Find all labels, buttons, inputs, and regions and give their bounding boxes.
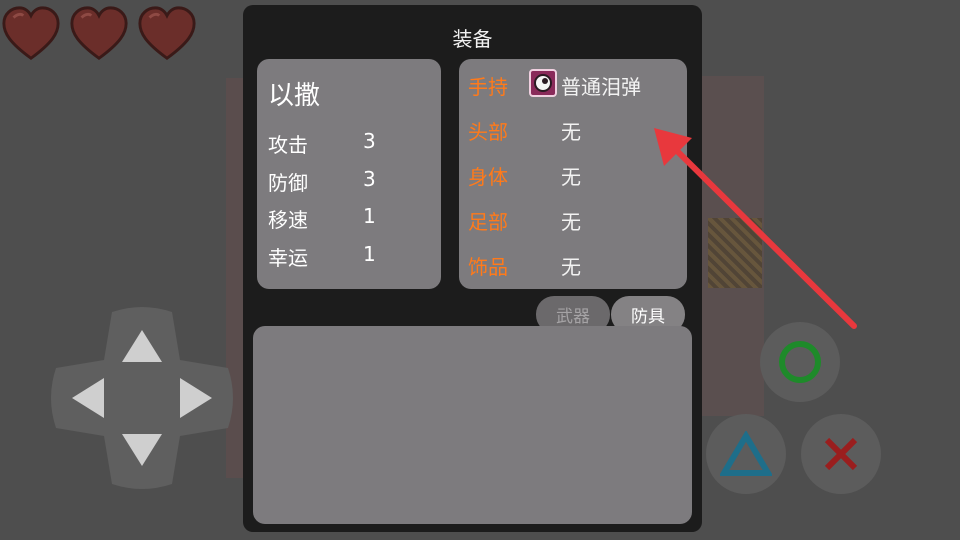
slot-accessory[interactable]: 饰品 无 [468,249,683,279]
character-name: 以撒 [268,81,321,111]
stat-row-speed: 移速 1 [268,204,428,232]
inventory-list[interactable] [253,326,692,524]
scene-decoration [708,218,762,288]
slot-value: 普通泪弹 [561,75,641,99]
equipment-slots-card: 手持 普通泪弹 头部 无 身体 无 足部 无 饰品 无 [459,59,687,289]
stat-label: 防御 [268,171,308,195]
triangle-icon [720,431,772,476]
slot-body[interactable]: 身体 无 [468,159,683,189]
triangle-button[interactable] [706,414,786,494]
cross-button[interactable] [801,414,881,494]
slot-head[interactable]: 头部 无 [468,114,683,144]
slot-label: 饰品 [468,255,508,279]
stat-value: 1 [363,204,376,228]
equipment-panel: 装备 以撒 攻击 3 防御 3 移速 1 幸运 1 手持 普通泪弹 头部 无 身… [243,5,702,532]
cross-icon [824,437,858,471]
slot-label: 头部 [468,120,508,144]
health-hearts [0,4,198,66]
slot-label: 手持 [468,75,508,99]
dpad-up-button[interactable] [122,326,162,366]
slot-hand[interactable]: 手持 普通泪弹 [468,69,683,99]
stat-label: 攻击 [268,133,308,157]
heart-icon [138,6,196,61]
slot-value: 无 [561,210,581,234]
slot-label: 足部 [468,210,508,234]
tear-icon [529,69,557,97]
dpad-down-button[interactable] [122,430,162,470]
stat-label: 移速 [268,208,308,232]
stat-label: 幸运 [268,246,308,270]
stat-row-luck: 幸运 1 [268,242,428,270]
dpad[interactable] [50,306,234,490]
slot-label: 身体 [468,165,508,189]
stat-value: 3 [363,129,376,153]
arrow-right-icon [180,378,212,418]
panel-title: 装备 [452,27,493,51]
dpad-left-button[interactable] [68,378,108,418]
slot-value: 无 [561,120,581,144]
stat-value: 1 [363,242,376,266]
stat-row-attack: 攻击 3 [268,129,428,157]
arrow-down-icon [122,434,162,466]
slot-feet[interactable]: 足部 无 [468,204,683,234]
arrow-up-icon [122,330,162,362]
stat-value: 3 [363,167,376,191]
slot-value: 无 [561,255,581,279]
character-stats-card: 以撒 攻击 3 防御 3 移速 1 幸运 1 [257,59,441,289]
slot-value: 无 [561,165,581,189]
circle-icon [779,341,821,383]
dpad-right-button[interactable] [176,378,216,418]
stat-row-defense: 防御 3 [268,167,428,195]
heart-icon [2,6,60,61]
heart-icon [70,6,128,61]
circle-button[interactable] [760,322,840,402]
arrow-left-icon [72,378,104,418]
